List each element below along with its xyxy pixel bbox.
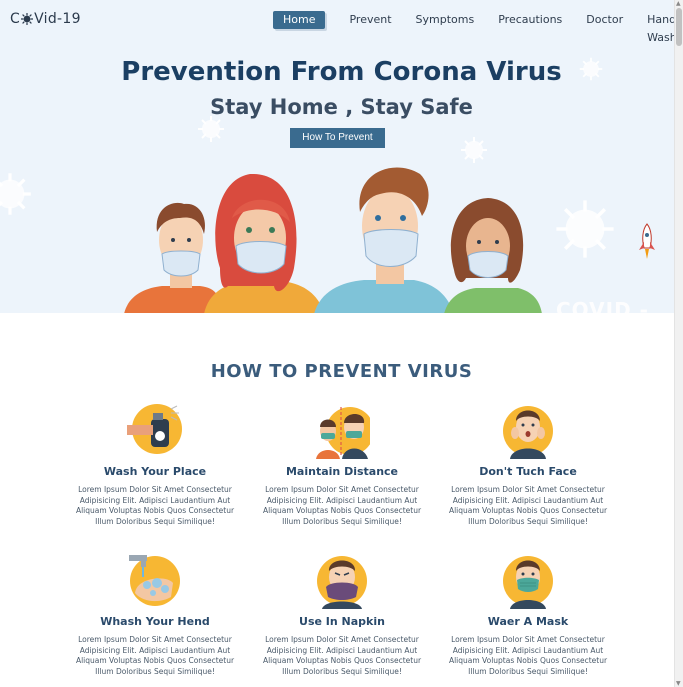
card-text: Lorem Ipsum Dolor Sit Amet Consectetur A… (75, 635, 235, 676)
nav-home[interactable]: Home (273, 11, 326, 29)
prevention-card: Waer A Mask Lorem Ipsum Dolor Sit Amet C… (443, 553, 613, 677)
page-scrollbar[interactable]: ▲ ▼ (674, 0, 683, 687)
card-text: Lorem Ipsum Dolor Sit Amet Consectetur A… (75, 485, 235, 526)
nav-doctor[interactable]: Doctor (586, 11, 623, 29)
card-text: Lorem Ipsum Dolor Sit Amet Consectetur A… (448, 485, 608, 526)
nav-hand-wash[interactable]: Hand-Wash (647, 11, 674, 44)
nav-precautions[interactable]: Precautions (498, 11, 562, 29)
card-text: Lorem Ipsum Dolor Sit Amet Consectetur A… (262, 635, 422, 676)
card-text: Lorem Ipsum Dolor Sit Amet Consectetur A… (448, 635, 608, 676)
distance-icon (316, 407, 370, 459)
section-title: HOW TO PREVENT VIRUS (210, 361, 473, 382)
spray-bottle-icon (127, 404, 182, 454)
hero-title: Prevention From Corona Virus (121, 57, 562, 87)
brand-logo[interactable]: C Vid-19 (10, 11, 81, 27)
card-title: Don't Tuch Face (479, 465, 577, 478)
main-nav: Home Prevent Symptoms Precautions Doctor… (273, 11, 674, 44)
prevention-card: Use In Napkin Lorem Ipsum Dolor Sit Amet… (257, 553, 427, 677)
scroll-down-arrow-icon[interactable]: ▼ (676, 680, 681, 687)
napkin-icon (317, 556, 367, 609)
brand-suffix: Vid-19 (34, 11, 81, 27)
nav-symptoms[interactable]: Symptoms (416, 11, 475, 29)
nav-prevent[interactable]: Prevent (349, 11, 391, 29)
scroll-up-arrow-icon[interactable]: ▲ (676, 0, 681, 7)
virus-decoration-icon (0, 173, 31, 215)
card-title: Wash Your Place (103, 465, 207, 478)
rocket-icon (639, 223, 655, 259)
card-title: Maintain Distance (285, 465, 399, 478)
brand-prefix: C (10, 11, 21, 27)
card-title: Use In Napkin (299, 615, 385, 628)
virus-logo-icon (21, 13, 34, 25)
how-to-prevent-button[interactable]: How To Prevent (290, 128, 385, 148)
prevention-card: Whash Your Hend Lorem Ipsum Dolor Sit Am… (70, 553, 240, 677)
scrollbar-thumb[interactable] (676, 8, 682, 46)
covid-watermark: COVID - 19 (556, 298, 649, 313)
hand-wash-icon (129, 555, 180, 606)
masked-people-illustration (124, 167, 542, 313)
hero-subtitle: Stay Home , Stay Safe (210, 95, 473, 119)
mask-icon (503, 556, 553, 609)
virus-decoration-icon (556, 200, 614, 258)
card-text: Lorem Ipsum Dolor Sit Amet Consectetur A… (262, 485, 422, 526)
prevention-card: Maintain Distance Lorem Ipsum Dolor Sit … (257, 403, 427, 527)
hero-section: C Vid-19 Home Prevent Symptoms Precautio… (0, 0, 674, 313)
card-title: Waer A Mask (487, 615, 569, 628)
prevention-card: Don't Tuch Face Lorem Ipsum Dolor Sit Am… (443, 403, 613, 527)
face-touch-icon (503, 406, 553, 459)
card-title: Whash Your Hend (100, 615, 210, 628)
prevention-card: Wash Your Place Lorem Ipsum Dolor Sit Am… (70, 403, 240, 527)
